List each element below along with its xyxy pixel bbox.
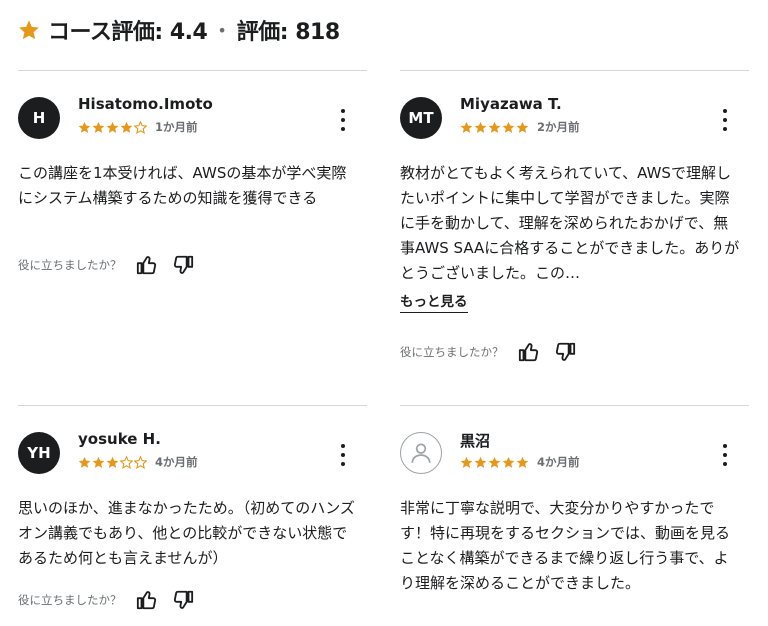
star-filled-icon: [474, 121, 487, 133]
star-empty-icon: [120, 455, 133, 469]
star-filled-icon: [502, 121, 515, 133]
helpful-feedback: 役に立ちましたか？: [400, 341, 576, 363]
star-rating: [460, 121, 529, 134]
more-options-icon[interactable]: [719, 109, 731, 131]
rating-count-label: 評価: 818: [236, 20, 340, 45]
star-filled-icon: [106, 456, 119, 468]
review-date: 4か月前: [537, 455, 580, 469]
star-filled-icon: [460, 121, 473, 133]
thumbs-down-icon[interactable]: [554, 341, 576, 363]
review-card: 黒沼 4か月前 非常に丁寧な説明で、大変分かりやすかったです！特に再現をするセク…: [400, 405, 749, 596]
helpful-question: 役に立ちましたか？: [18, 258, 122, 272]
review-date: 2か月前: [537, 120, 580, 134]
star-filled-icon: [92, 456, 105, 468]
review-text: 非常に丁寧な説明で、大変分かりやすかったです！特に再現をするセクションでは、動画…: [400, 499, 731, 592]
review-date: 1か月前: [155, 120, 198, 134]
helpful-question: 役に立ちましたか？: [18, 593, 122, 607]
thumbs-up-icon[interactable]: [518, 341, 540, 363]
star-filled-icon: [78, 121, 91, 133]
star-filled-icon: [502, 456, 515, 468]
more-options-icon[interactable]: [719, 444, 731, 466]
star-filled-icon: [488, 121, 501, 133]
review-date: 4か月前: [155, 455, 198, 469]
more-options-icon[interactable]: [337, 444, 349, 466]
star-empty-icon: [134, 455, 147, 469]
course-rating-label: コース評価: 4.4: [48, 20, 208, 45]
star-rating: [78, 120, 147, 134]
avatar: MT: [400, 97, 442, 139]
thumbs-up-icon[interactable]: [136, 589, 158, 611]
thumbs-down-icon[interactable]: [172, 254, 194, 276]
avatar: [400, 432, 442, 474]
reviewer-name: 黒沼: [460, 432, 491, 450]
more-options-icon[interactable]: [337, 109, 349, 131]
reviewer-name: Hisatomo.Imoto: [78, 95, 213, 113]
rating-summary-header: コース評価: 4.4 • 評価: 818: [18, 12, 340, 48]
star-filled-icon: [120, 121, 133, 133]
star-filled-icon: [106, 121, 119, 133]
review-card: YH yosuke H. 4か月前 思いのほか、進まなかったため。（初めてのハン…: [18, 405, 367, 610]
reviewer-name: Miyazawa T.: [460, 95, 562, 113]
thumbs-down-icon[interactable]: [172, 589, 194, 611]
star-filled-icon: [92, 121, 105, 133]
review-card: H Hisatomo.Imoto 1か月前 この講座を1本受ければ、AWSの基本…: [18, 70, 367, 275]
show-more-link[interactable]: もっと見る: [400, 292, 468, 313]
star-icon: [18, 19, 40, 41]
star-filled-icon: [488, 456, 501, 468]
star-filled-icon: [460, 456, 473, 468]
reviewer-name: yosuke H.: [78, 430, 161, 448]
star-filled-icon: [78, 456, 91, 468]
separator-dot: •: [217, 20, 227, 40]
helpful-question: 役に立ちましたか？: [400, 345, 504, 359]
star-empty-icon: [134, 120, 147, 134]
review-text: 思いのほか、進まなかったため。（初めてのハンズオン講義でもあり、他との比較ができ…: [18, 499, 355, 567]
star-filled-icon: [516, 456, 529, 468]
star-filled-icon: [516, 121, 529, 133]
helpful-feedback: 役に立ちましたか？: [18, 589, 194, 611]
star-rating: [460, 456, 529, 469]
thumbs-up-icon[interactable]: [136, 254, 158, 276]
star-rating: [78, 455, 147, 469]
review-text: この講座を1本受ければ、AWSの基本が学べ実際にシステム構築するための知識を獲得…: [18, 164, 347, 207]
user-icon: [411, 443, 431, 463]
avatar: H: [18, 97, 60, 139]
review-text: 教材がとてもよく考えられていて、AWSで理解したいポイントに集中して学習ができま…: [400, 164, 740, 282]
star-filled-icon: [474, 456, 487, 468]
avatar: YH: [18, 432, 60, 474]
helpful-feedback: 役に立ちましたか？: [18, 254, 194, 276]
review-card: MT Miyazawa T. 2か月前 教材がとてもよく考えられていて、AWSで…: [400, 70, 749, 362]
